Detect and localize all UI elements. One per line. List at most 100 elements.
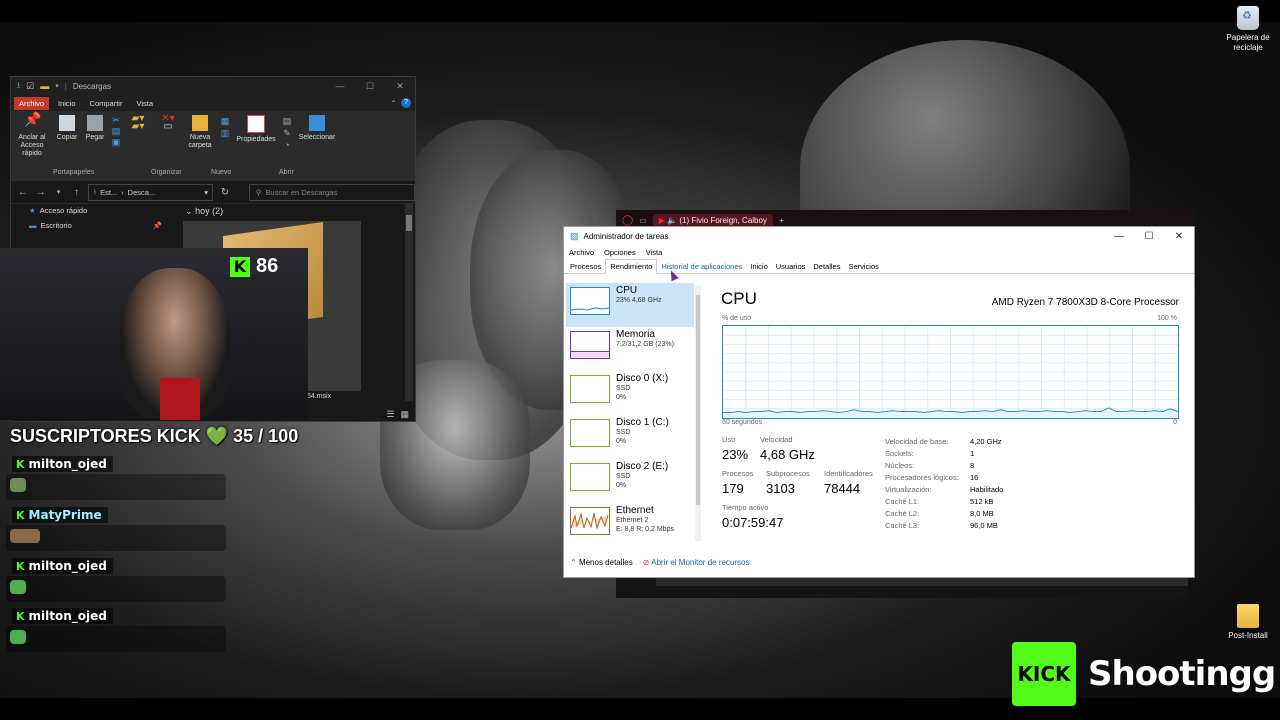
recycle-bin-desktop-icon[interactable]: ♻ Papelera de reciclaje [1218,6,1278,53]
chevron-down-icon[interactable]: ⌄ [185,206,193,216]
search-input[interactable]: ⚲ Buscar en Descargas [248,183,416,201]
perf-sub-2: 0% [616,482,627,489]
tab-servicios[interactable]: Servicios [844,260,882,273]
up-icon[interactable]: ↑ [71,187,83,198]
ribbon-collapse-icon[interactable]: ⌃ [390,99,397,108]
post-install-desktop-icon[interactable]: Post-Install [1218,604,1278,641]
select-icon [309,115,325,131]
perf-name: Disco 2 (E:) [616,461,669,472]
perf-sub: SSD [616,473,631,480]
perf-item-memory[interactable]: Memoria 7,2/31,2 GB (23%) [566,327,694,371]
tab-detalles[interactable]: Detalles [809,260,844,273]
easy-access-icon[interactable]: ▥ [217,127,233,139]
forward-icon[interactable]: → [35,187,47,198]
perf-item-disk0[interactable]: Disco 0 (X:) SSD 0% [566,371,694,415]
chat-username: K MatyPrime [12,507,108,523]
perf-item-disk2[interactable]: Disco 2 (E:) SSD 0% [566,459,694,503]
cpu-usage-svg [723,326,1179,418]
maximize-icon[interactable]: ☐ [355,81,385,92]
download-arrow-icon: ⭳ [17,80,21,90]
perf-sub: 7,2/31,2 GB (23%) [616,341,674,348]
taskmgr-titlebar: ▨ Administrador de tareas — ☐ ✕ [564,227,1194,245]
resource-monitor-link[interactable]: ⊘ Abrir el Monitor de recursos [643,558,750,567]
menu-vista[interactable]: Vista [646,248,663,257]
edit-icon[interactable]: ✎ [279,127,295,139]
address-dropdown-icon[interactable]: ▾ [204,188,208,197]
scroll-thumb[interactable] [406,215,412,231]
perf-name: Disco 1 (C:) [616,417,669,428]
menu-archivo[interactable]: Archivo [569,248,594,257]
address-crumb-2[interactable]: Desca... [128,188,156,197]
chat-user-name: MatyPrime [28,508,102,522]
kick-badge-icon: K [16,609,25,623]
recent-dropdown-icon[interactable]: ▾ [53,188,65,196]
graph-label-usage: % de uso [722,315,752,322]
minimize-icon[interactable]: — [1104,231,1134,242]
subs-label: SUSCRIPTORES KICK [10,426,201,446]
graph-label-min: 0 [1173,419,1177,426]
tab-inicio[interactable]: Inicio [746,260,772,273]
paste-label: Pegar [85,134,105,141]
folder-icon[interactable]: ▬ [40,81,49,91]
perf-sub-2: E: 8,8 R: 0,2 Mbps [616,526,674,533]
back-icon[interactable]: ← [17,187,29,198]
taskmgr-menu: Archivo Opciones Vista [564,245,1194,259]
menu-opciones[interactable]: Opciones [604,248,636,257]
perf-sub: SSD [616,385,631,392]
speaker-icon: 🔈 [667,215,678,225]
ribbon-tab-inicio[interactable]: Inicio [53,97,81,110]
ribbon-tab-archivo[interactable]: Archivo [14,96,50,110]
close-icon[interactable]: ✕ [1164,231,1194,242]
kick-badge-icon: K [16,559,25,573]
paste-shortcut-icon[interactable]: ▣ [109,137,123,148]
cpu-thumbnail [570,287,610,315]
new-folder-icon [192,115,208,131]
detail-label: Sockets: [885,449,914,458]
tiles-view-icon[interactable]: ▦ [400,409,409,420]
explorer-title: Descargas [72,81,112,91]
perf-item-disk1[interactable]: Disco 1 (C:) SSD 0% [566,415,694,459]
ribbon: 📌 Anclar al Acceso rápido Copiar Pegar ✂… [11,111,415,181]
taskmgr-title: Administrador de tareas [583,231,669,241]
minimize-icon[interactable]: — [325,81,355,92]
address-crumb-1[interactable]: Est... [100,188,117,197]
new-tab-button[interactable]: + [779,216,784,225]
browser-tab-youtube[interactable]: ▶ 🔈 (1) Fivio Foreign, Calboy [652,213,773,227]
vertical-scrollbar[interactable] [405,203,413,401]
tab-usuarios[interactable]: Usuarios [772,260,810,273]
ribbon-tab-compartir[interactable]: Compartir [85,97,128,110]
fewer-details-button[interactable]: ⌃ Menos detalles [570,558,633,567]
paste-icon [87,115,103,131]
refresh-icon[interactable]: ↻ [219,187,231,198]
rename-icon: ▭ [163,121,173,132]
perf-item-ethernet[interactable]: Ethernet Ethernet 2 E: 8,8 R: 0,2 Mbps [566,503,694,547]
scroll-thumb[interactable] [696,295,700,505]
disk-thumbnail [570,463,610,491]
open-icon[interactable]: ▤ [279,115,295,127]
chat-message: Kmilton_ojed [0,608,226,654]
new-folder-label: Nueva carpeta [188,134,212,149]
chat-username: Kmilton_ojed [12,456,113,472]
checklist-icon[interactable]: ☑ [26,81,34,92]
new-item-icon[interactable]: ▦ [217,115,233,127]
ribbon-tab-vista[interactable]: Vista [131,97,158,110]
star-icon: ★ [29,206,36,215]
help-icon[interactable]: ? [401,98,411,108]
nav-item-desktop[interactable]: ▬ Escritorio 📌 [11,218,166,233]
history-icon[interactable]: ◔ [279,139,295,151]
perf-list-scrollbar[interactable] [695,285,701,541]
qat-dropdown-icon[interactable]: ▾ [55,82,59,90]
chat-username: Kmilton_ojed [12,608,113,624]
details-view-icon[interactable]: ☰ [386,409,394,420]
nav-item-quick-access[interactable]: ★ Acceso rápido [11,203,166,218]
cut-icon[interactable]: ✂ [109,115,123,126]
tab-rendimiento[interactable]: Rendimiento [605,259,658,274]
tab-procesos[interactable]: Procesos [566,260,605,273]
maximize-icon[interactable]: ☐ [1134,231,1164,242]
memory-thumbnail [570,331,610,359]
close-icon[interactable]: ✕ [385,81,415,92]
perf-item-cpu[interactable]: CPU 23% 4,68 GHz [566,283,694,327]
copy-path-icon[interactable]: ▤ [109,126,123,137]
address-box[interactable]: ⭳ Est... › Desca... ▾ [88,183,214,201]
cpu-usage-graph [722,325,1179,419]
